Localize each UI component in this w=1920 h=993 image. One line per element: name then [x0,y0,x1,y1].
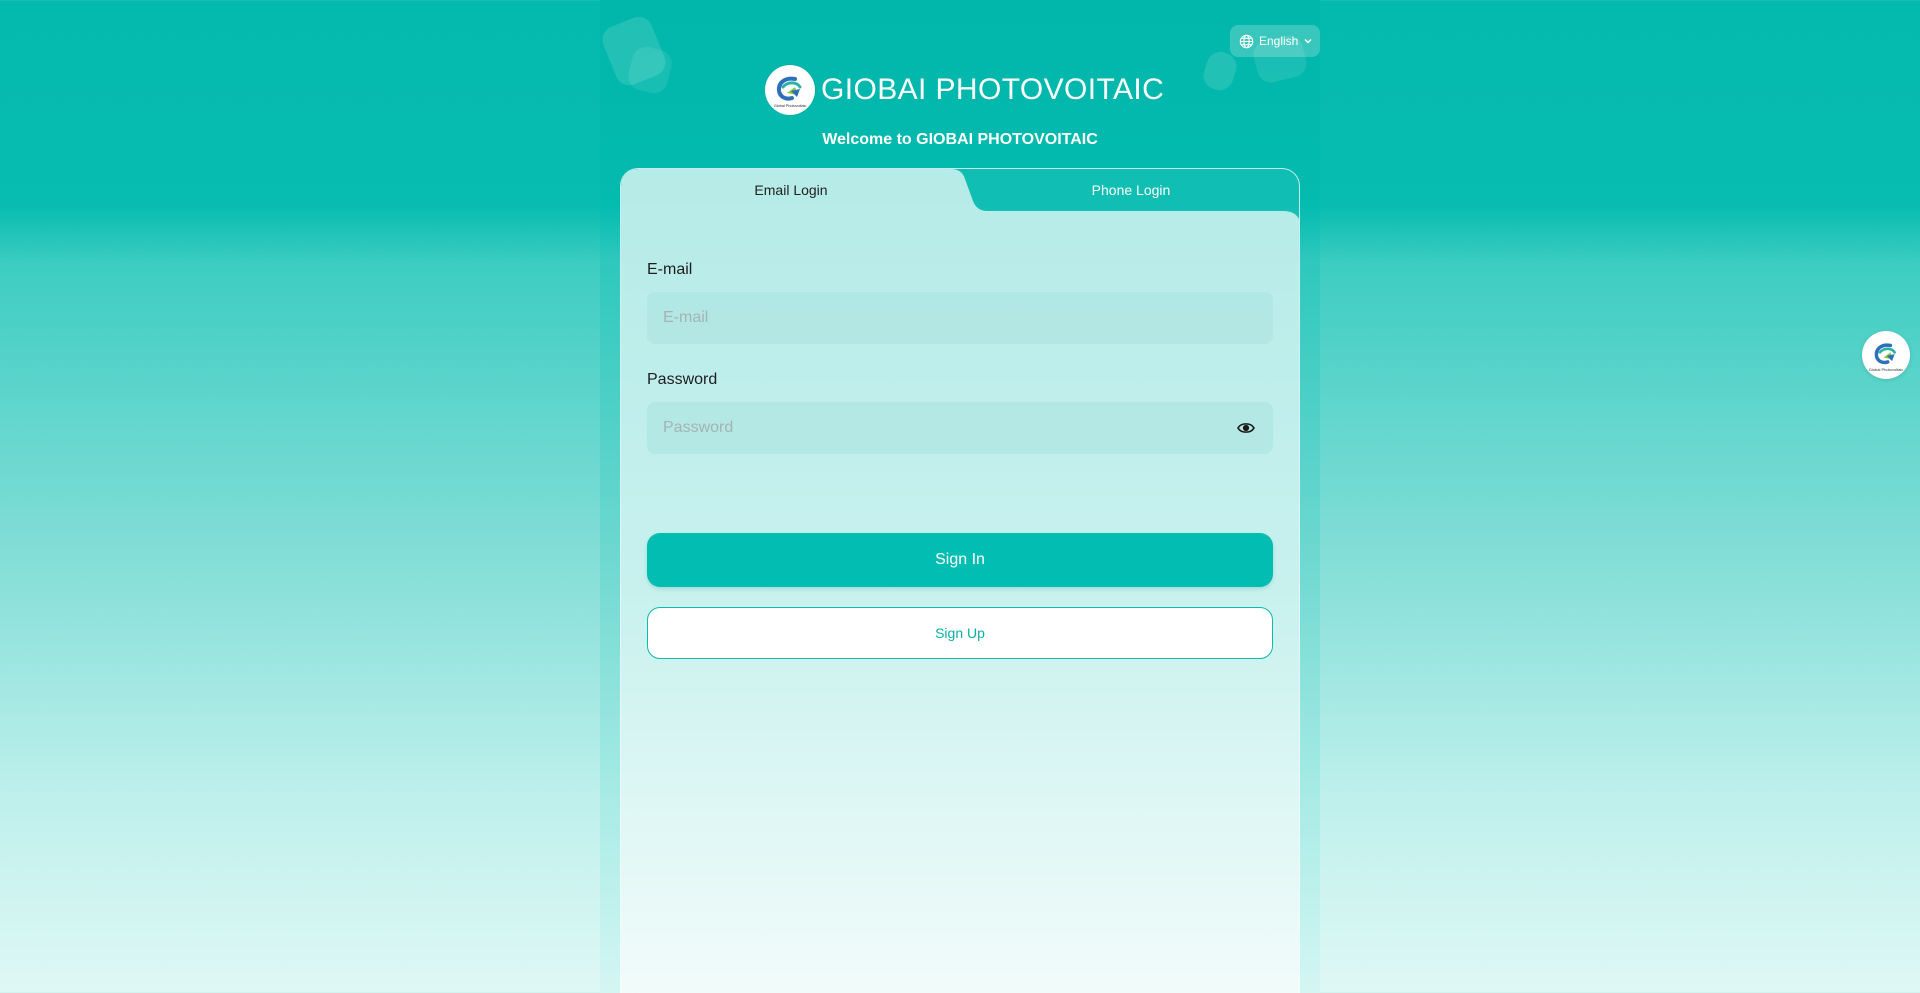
logo-icon [1874,343,1896,365]
password-placeholder: Password [663,419,734,436]
brand-logo: Global Photovoltaic [765,65,815,115]
chevron-down-icon [1304,39,1312,44]
floating-logo-button[interactable]: Global Photovoltaic [1862,331,1910,379]
password-label: Password [647,371,718,388]
logo-caption: Global Photovoltaic [773,103,807,108]
email-input[interactable]: E-mail [647,292,1273,344]
email-label: E-mail [647,261,693,278]
eye-icon[interactable] [1237,420,1255,436]
brand-header: Global Photovoltaic GIOBAI PHOTOVOITAIC [765,65,1164,115]
welcome-text: Welcome to GIOBAI PHOTOVOITAIC [822,131,1098,148]
password-input[interactable]: Password [647,402,1273,454]
sign-in-button[interactable]: Sign In [647,533,1273,587]
brand-title: GIOBAI PHOTOVOITAIC [821,73,1165,106]
tab-phone-login[interactable]: Phone Login [961,169,1299,211]
logo-icon [776,76,802,101]
language-selector[interactable]: English [1230,25,1320,57]
tab-email-login[interactable]: Email Login [621,169,961,211]
sign-up-button[interactable]: Sign Up [647,607,1273,659]
email-placeholder: E-mail [663,309,709,326]
globe-icon [1239,34,1254,48]
floating-logo-caption: Global Photovoltaic [1868,367,1904,372]
language-label: English [1259,34,1299,48]
